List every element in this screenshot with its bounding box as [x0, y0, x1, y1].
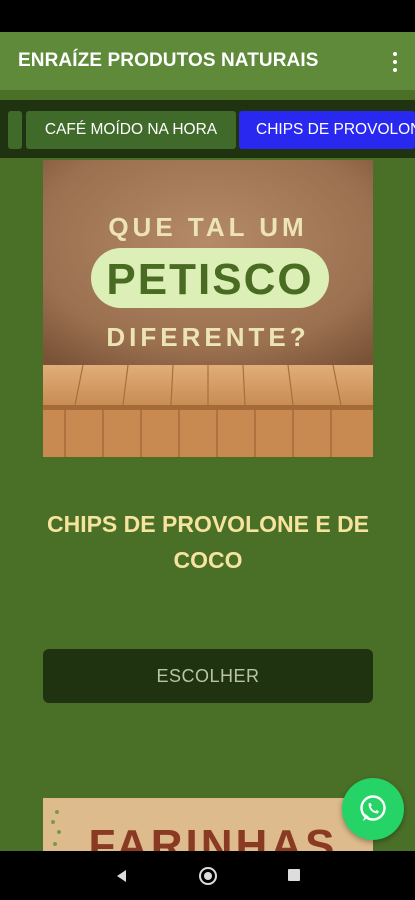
- tab-label: CAFÉ MOÍDO NA HORA: [44, 121, 218, 138]
- tab-cafe-moido[interactable]: CAFÉ MOÍDO NA HORA: [26, 111, 236, 149]
- tab-chips-provolone[interactable]: CHIPS DE PROVOLONE E DE COCO: [239, 111, 415, 149]
- app-title: ENRAÍZE PRODUTOS NATURAIS: [18, 50, 319, 71]
- product-image: QUE TAL UM PETISCO DIFERENTE?: [43, 160, 373, 457]
- product-title: CHIPS DE PROVOLONE E DE COCO: [46, 511, 370, 573]
- whatsapp-icon[interactable]: [342, 778, 404, 840]
- home-icon[interactable]: [199, 867, 217, 885]
- image-headline-line2: PETISCO: [106, 255, 313, 304]
- recents-icon[interactable]: [288, 869, 300, 881]
- status-bar: [0, 0, 415, 32]
- tab-label: CHIPS DE PROVOLONE E DE COCO: [256, 121, 415, 138]
- image-headline-line1: QUE TAL UM: [108, 212, 307, 242]
- next-product-image: FARINHAS: [43, 798, 373, 858]
- system-nav-bar: [0, 851, 415, 900]
- more-vert-icon[interactable]: [387, 50, 403, 74]
- app-bar: ENRAÍZE PRODUTOS NATURAIS: [0, 32, 415, 90]
- tab-previous[interactable]: [8, 111, 22, 149]
- choose-button[interactable]: ESCOLHER: [43, 649, 373, 703]
- image-headline-line3: DIFERENTE?: [106, 322, 309, 352]
- tab-strip: CAFÉ MOÍDO NA HORA CHIPS DE PROVOLONE E …: [0, 100, 415, 158]
- back-icon[interactable]: [114, 868, 128, 884]
